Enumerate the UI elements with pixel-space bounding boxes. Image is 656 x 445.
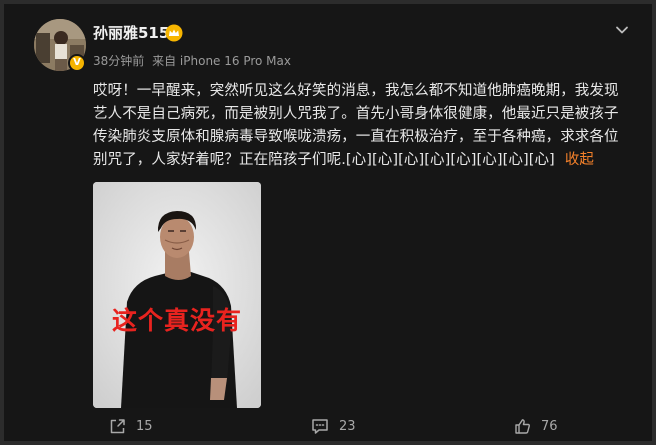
like-button[interactable]: 76: [514, 416, 558, 436]
post-text-line-last: 别咒了，人家好着呢？正在陪孩子们呢.[心][心][心][心][心][心][心][…: [93, 149, 645, 172]
share-button[interactable]: 15: [109, 416, 153, 436]
username[interactable]: 孙丽雅515: [93, 22, 169, 43]
action-bar: 15 23 76: [4, 408, 656, 445]
post-text-line: 传染肺炎支原体和腺病毒导致喉咙溃疡，一直在积极治疗，至于各种癌，求求各位: [93, 129, 619, 145]
post-text-line: 艺人不是自己病死，而是被别人咒我了。首先小哥身体很健康，他最近只是被孩子: [93, 106, 619, 122]
post-content: 哎呀！一早醒来，突然听见这么好笑的消息，我怎么都不知道他肺癌晚期，我发现 艺人不…: [93, 80, 645, 172]
more-icon[interactable]: [614, 22, 630, 38]
comment-icon: [312, 418, 328, 434]
verified-badge-icon: V: [68, 54, 86, 72]
image-caption: 这个真没有: [111, 306, 242, 335]
post-time: 38分钟前: [93, 54, 145, 68]
post-meta: 38分钟前 来自 iPhone 16 Pro Max: [93, 52, 295, 69]
post-text-line: 哎呀！一早醒来，突然听见这么好笑的消息，我怎么都不知道他肺癌晚期，我发现: [93, 83, 619, 99]
post-source: 来自 iPhone 16 Pro Max: [152, 54, 291, 68]
comment-button[interactable]: 23: [311, 416, 356, 436]
post-image-photo: [93, 182, 261, 408]
like-icon: [515, 418, 530, 434]
like-count: 76: [541, 418, 558, 434]
comment-count: 23: [339, 418, 356, 434]
crown-icon: [165, 24, 183, 42]
collapse-link[interactable]: 收起: [565, 152, 594, 168]
weibo-post-card: V 孙丽雅515 38分钟前 来自 iPhone 16 Pro Max 哎呀！一…: [0, 0, 656, 445]
post-text-line: 别咒了，人家好着呢？正在陪孩子们呢.[心][心][心][心][心][心][心][…: [93, 152, 555, 168]
post-image[interactable]: 这个真没有: [93, 182, 261, 408]
share-count: 15: [136, 418, 153, 434]
share-icon: [110, 418, 125, 433]
